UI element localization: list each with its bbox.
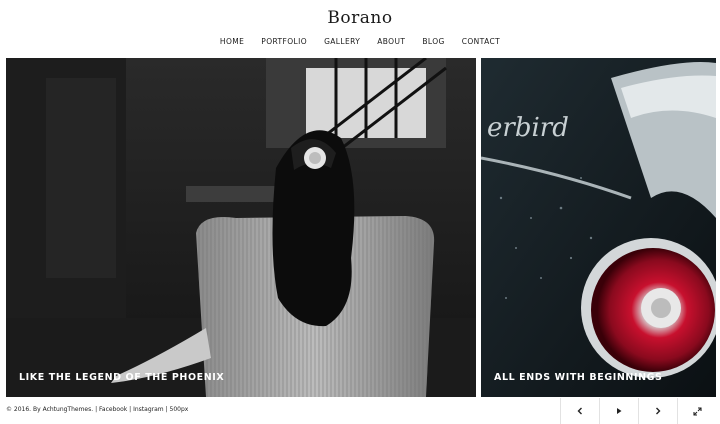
slide-photo-car-taillight: erbird bbox=[481, 58, 716, 397]
next-button[interactable] bbox=[638, 398, 677, 424]
slide-photo-woman-chair bbox=[6, 58, 476, 397]
chevron-left-icon bbox=[577, 407, 582, 415]
copyright-text: © 2016. By AchtungThemes. | bbox=[6, 406, 98, 413]
footer-separator: | bbox=[165, 406, 168, 413]
footer-link-500px[interactable]: 500px bbox=[170, 406, 189, 413]
site-logo[interactable]: Borano bbox=[0, 8, 720, 28]
nav-blog[interactable]: BLOG bbox=[422, 37, 444, 46]
chevron-right-icon bbox=[656, 407, 661, 415]
footer-separator: | bbox=[129, 406, 132, 413]
fullscreen-button[interactable] bbox=[677, 398, 716, 424]
footer-link-instagram[interactable]: Instagram bbox=[133, 406, 164, 413]
main-nav: HOME PORTFOLIO GALLERY ABOUT BLOG CONTAC… bbox=[0, 37, 720, 46]
slide-caption[interactable]: ALL ENDS WITH BEGINNINGS bbox=[494, 372, 662, 383]
nav-contact[interactable]: CONTACT bbox=[462, 37, 500, 46]
footer-credits: © 2016. By AchtungThemes. | Facebook | I… bbox=[6, 406, 188, 413]
nav-gallery[interactable]: GALLERY bbox=[324, 37, 360, 46]
footer-link-facebook[interactable]: Facebook bbox=[99, 406, 127, 413]
svg-text:erbird: erbird bbox=[487, 113, 569, 143]
play-button[interactable] bbox=[599, 398, 638, 424]
slider-controls bbox=[560, 398, 716, 424]
nav-portfolio[interactable]: PORTFOLIO bbox=[261, 37, 307, 46]
prev-button[interactable] bbox=[560, 398, 599, 424]
nav-about[interactable]: ABOUT bbox=[377, 37, 405, 46]
gallery-slide-phoenix[interactable]: LIKE THE LEGEND OF THE PHOENIX bbox=[6, 58, 476, 397]
slide-caption[interactable]: LIKE THE LEGEND OF THE PHOENIX bbox=[19, 372, 224, 383]
gallery-slide-beginnings[interactable]: erbird ALL ENDS WITH BEGINNINGS bbox=[481, 58, 716, 397]
nav-home[interactable]: HOME bbox=[220, 37, 244, 46]
expand-icon bbox=[692, 406, 702, 416]
play-icon bbox=[617, 408, 622, 414]
